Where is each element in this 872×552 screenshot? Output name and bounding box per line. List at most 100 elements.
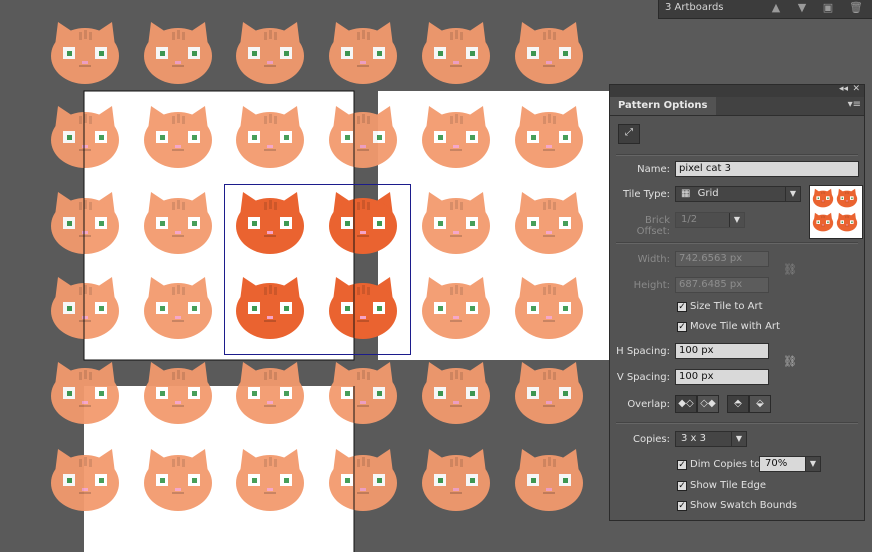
cat-copy (51, 22, 119, 84)
overlap-right-icon: ◇◆ (700, 398, 716, 409)
move-tile-checkbox[interactable]: ✓ (677, 322, 687, 332)
chevron-down-icon: ▼ (729, 213, 744, 227)
cat-copy (515, 22, 583, 84)
grid-icon: ▦ (681, 188, 691, 199)
dim-copies-label: Dim Copies to: (690, 459, 764, 470)
cat-tile-art[interactable] (329, 277, 397, 339)
tab-pattern-options[interactable]: Pattern Options (610, 97, 716, 115)
cat-copy (144, 277, 212, 339)
h-spacing-label: H Spacing: (616, 346, 670, 357)
cat-copy (515, 106, 583, 168)
overlap-right-in-front-button[interactable]: ◇◆ (697, 395, 719, 413)
cat-copy (51, 277, 119, 339)
h-spacing-field[interactable]: 100 px (675, 343, 769, 359)
overlap-left-in-front-button[interactable]: ◆◇ (675, 395, 697, 413)
artboard-1 (84, 91, 354, 360)
swatch-preview-image (812, 188, 858, 232)
show-swatch-bounds-label: Show Swatch Bounds (690, 500, 797, 511)
move-up-icon[interactable]: ▲ (769, 1, 783, 15)
new-artboard-icon[interactable]: ▣ (821, 1, 835, 15)
cat-copy (329, 106, 397, 168)
copies-select[interactable]: 3 x 3 ▼ (675, 431, 747, 447)
cat-copy (422, 277, 490, 339)
v-spacing-field[interactable]: 100 px (675, 369, 769, 385)
brick-offset-label: Brick Offset: (636, 215, 670, 237)
cat-copy (515, 362, 583, 424)
link-dimensions-icon: ⛓ (783, 263, 797, 276)
cat-tile-art[interactable] (236, 277, 304, 339)
panel-menu-icon[interactable]: ▾≡ (848, 99, 861, 110)
width-field: 742.6563 px (675, 251, 769, 267)
cat-copy (329, 362, 397, 424)
chevron-down-icon: ▼ (785, 187, 800, 201)
cat-copy (236, 362, 304, 424)
chevron-down-icon: ▼ (805, 457, 820, 471)
v-spacing-label: V Spacing: (616, 372, 670, 383)
cat-tile-art[interactable] (329, 192, 397, 254)
chevron-down-icon: ▼ (731, 432, 746, 446)
tile-type-value: Grid (697, 188, 719, 199)
cat-copy (422, 22, 490, 84)
height-field: 687.6485 px (675, 277, 769, 293)
overlap-left-icon: ◆◇ (678, 398, 694, 409)
divider (616, 242, 858, 244)
cat-copy (51, 362, 119, 424)
tile-type-select[interactable]: ▦ Grid ▼ (675, 186, 801, 202)
cat-copy (144, 449, 212, 511)
cat-tile-art[interactable] (236, 192, 304, 254)
artboard-3 (84, 386, 354, 552)
swatch-preview (809, 185, 863, 239)
collapse-icon[interactable]: ◂◂ (839, 84, 848, 94)
overlap-bottom-icon: ⬙ (756, 398, 764, 409)
cat-copy (422, 449, 490, 511)
artboards-count: 3 Artboards (665, 2, 724, 13)
dim-copies-select[interactable]: 70% ▼ (759, 456, 821, 472)
dim-copies-checkbox[interactable]: ✓ (677, 460, 687, 470)
cat-copy (236, 22, 304, 84)
pattern-tile-tool-button[interactable]: ⤢ (618, 124, 640, 144)
dim-copies-value: 70% (765, 458, 788, 469)
cat-copy (422, 362, 490, 424)
name-field[interactable]: pixel cat 3 (675, 161, 859, 177)
cat-copy (51, 449, 119, 511)
cat-copy (144, 362, 212, 424)
cat-copy (144, 22, 212, 84)
cat-copy (422, 106, 490, 168)
show-tile-edge-checkbox[interactable]: ✓ (677, 481, 687, 491)
cat-copy (144, 192, 212, 254)
divider (616, 422, 858, 424)
move-tile-label: Move Tile with Art (690, 321, 780, 332)
width-label: Width: (637, 254, 670, 265)
cat-copy (515, 192, 583, 254)
close-icon[interactable]: ✕ (852, 84, 860, 94)
divider (616, 154, 858, 156)
copies-label: Copies: (633, 434, 670, 445)
overlap-top-in-front-button[interactable]: ⬘ (727, 395, 749, 413)
panel-topbar: ◂◂ ✕ (610, 84, 864, 97)
size-tile-label: Size Tile to Art (690, 301, 763, 312)
cat-copy (515, 277, 583, 339)
overlap-bottom-in-front-button[interactable]: ⬙ (749, 395, 771, 413)
copies-value: 3 x 3 (681, 433, 706, 444)
brick-offset-value: 1/2 (681, 214, 698, 225)
panel-tabbar: Pattern Options ▾≡ (610, 97, 864, 116)
height-label: Height: (633, 280, 670, 291)
cat-copy (329, 449, 397, 511)
link-spacing-icon[interactable]: ⛓ (783, 355, 797, 371)
cat-copy (422, 192, 490, 254)
tile-type-label: Tile Type: (622, 189, 670, 200)
delete-icon[interactable]: 🗑 (849, 1, 863, 15)
size-tile-checkbox[interactable]: ✓ (677, 302, 687, 312)
overlap-top-icon: ⬘ (734, 398, 742, 409)
cat-copy (144, 106, 212, 168)
cat-copy (515, 449, 583, 511)
show-swatch-bounds-checkbox[interactable]: ✓ (677, 501, 687, 511)
pattern-options-panel: ◂◂ ✕ Pattern Options ▾≡ ⤢ Name: pixel ca… (609, 84, 865, 521)
pattern-tile-tool-icon: ⤢ (625, 127, 633, 138)
show-tile-edge-label: Show Tile Edge (690, 480, 767, 491)
move-down-icon[interactable]: ▼ (795, 1, 809, 15)
cat-copy (236, 449, 304, 511)
overlap-label: Overlap: (627, 399, 670, 410)
name-label: Name: (637, 164, 670, 175)
artboards-panel: 3 Artboards ▲ ▼ ▣ 🗑 (658, 0, 872, 19)
